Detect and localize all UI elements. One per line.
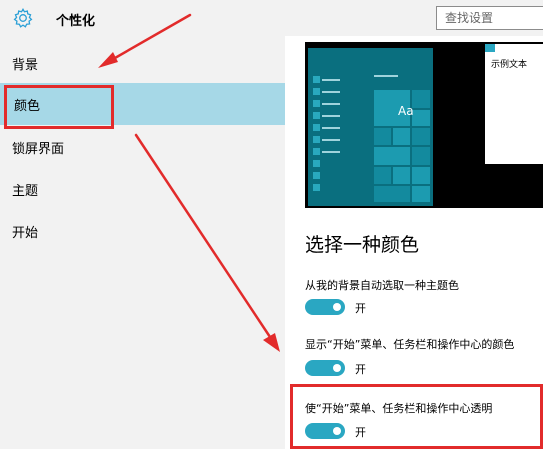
settings-window: 个性化 背景 颜色 锁屏界面 主题 开始 bbox=[0, 0, 543, 449]
preview-tile bbox=[412, 90, 430, 108]
app-title: 个性化 bbox=[56, 14, 96, 29]
sidebar-item-label: 背景 bbox=[12, 58, 39, 73]
preview-icon bbox=[313, 100, 320, 107]
annotation-box-colors bbox=[4, 85, 114, 129]
search-input[interactable] bbox=[437, 7, 543, 29]
preview-icon bbox=[313, 160, 320, 167]
preview-tile bbox=[412, 147, 430, 165]
preview-tile bbox=[412, 110, 430, 126]
toggle-state-text: 开 bbox=[355, 302, 366, 315]
preview-tile bbox=[374, 186, 410, 202]
preview-line bbox=[322, 139, 340, 141]
color-preview: Aa 示例文本 bbox=[305, 42, 543, 208]
toggle-knob bbox=[333, 364, 341, 372]
preview-tile bbox=[412, 186, 430, 202]
preview-tile bbox=[374, 128, 391, 145]
preview-line bbox=[374, 75, 398, 77]
start-menu-preview: Aa bbox=[308, 48, 433, 206]
preview-icon bbox=[313, 76, 320, 83]
sidebar-item-themes[interactable]: 主题 bbox=[0, 168, 285, 210]
toggle-auto-accent[interactable] bbox=[305, 299, 345, 315]
sample-window-accent bbox=[485, 44, 495, 52]
preview-tile bbox=[374, 147, 410, 165]
preview-tile bbox=[374, 167, 391, 184]
sidebar-item-background[interactable]: 背景 bbox=[0, 42, 285, 84]
preview-tile bbox=[412, 167, 430, 184]
preview-tile bbox=[393, 128, 410, 145]
sidebar-item-label: 主题 bbox=[12, 184, 39, 199]
preview-line bbox=[322, 79, 340, 81]
toggle-show-color[interactable] bbox=[305, 360, 345, 376]
search-box[interactable] bbox=[436, 6, 543, 30]
toggle-state-text: 开 bbox=[355, 363, 366, 376]
preview-tile bbox=[412, 128, 430, 145]
option-label-auto-accent: 从我的背景自动选取一种主题色 bbox=[305, 279, 459, 292]
preview-icon bbox=[313, 124, 320, 131]
toggle-knob bbox=[333, 303, 341, 311]
preview-icon bbox=[313, 136, 320, 143]
sidebar-item-label: 锁屏界面 bbox=[12, 142, 65, 157]
sidebar-item-start[interactable]: 开始 bbox=[0, 210, 285, 252]
preview-icon bbox=[313, 172, 320, 179]
preview-line bbox=[322, 115, 340, 117]
preview-icon bbox=[313, 184, 320, 191]
option-label-show-color: 显示“开始”菜单、任务栏和操作中心的颜色 bbox=[305, 338, 515, 351]
annotation-box-transparency bbox=[290, 384, 543, 449]
preview-line bbox=[322, 91, 340, 93]
preview-tile-text: Aa bbox=[398, 104, 414, 118]
preview-icon bbox=[313, 112, 320, 119]
sidebar-item-lock-screen[interactable]: 锁屏界面 bbox=[0, 126, 285, 168]
gear-icon bbox=[13, 8, 33, 28]
preview-line bbox=[322, 103, 340, 105]
section-title: 选择一种颜色 bbox=[305, 234, 420, 256]
sidebar-item-label: 开始 bbox=[12, 226, 39, 241]
preview-icon bbox=[313, 148, 320, 155]
preview-line bbox=[322, 151, 340, 153]
sample-window: 示例文本 bbox=[485, 44, 543, 164]
preview-line bbox=[322, 127, 340, 129]
sample-text: 示例文本 bbox=[491, 60, 528, 70]
title-bar: 个性化 bbox=[0, 0, 543, 36]
preview-icon bbox=[313, 88, 320, 95]
preview-tile bbox=[393, 167, 410, 184]
